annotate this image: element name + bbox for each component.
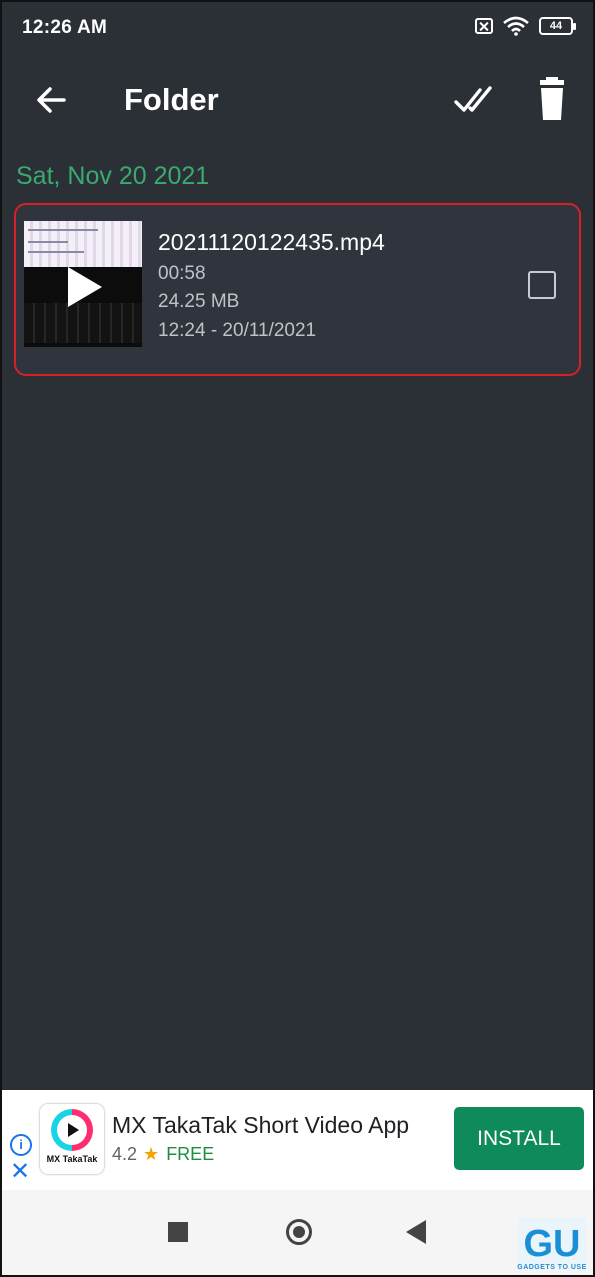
status-bar: 12:26 AM 44 (2, 2, 593, 54)
double-check-icon (454, 86, 492, 112)
ad-title[interactable]: MX TakaTak Short Video App (112, 1112, 409, 1139)
nav-back-button[interactable] (406, 1220, 426, 1244)
trash-icon (540, 77, 564, 120)
ad-price: FREE (166, 1144, 215, 1164)
watermark-text: GADGETS TO USE (517, 1264, 587, 1271)
file-name: 20211120122435.mp4 (158, 229, 385, 255)
status-icons: 44 (475, 16, 576, 36)
back-button[interactable] (30, 80, 74, 120)
file-duration: 00:58 (158, 263, 206, 284)
app-logo[interactable]: MX TakaTak (40, 1104, 104, 1174)
install-button[interactable]: INSTALL (454, 1107, 584, 1170)
thumbnail-preview (24, 221, 142, 267)
svg-text:GU: GU (524, 1223, 581, 1265)
video-file-item[interactable]: 20211120122435.mp4 00:58 24.25 MB 12:24 … (14, 203, 581, 376)
home-button[interactable] (286, 1219, 312, 1245)
ad-rating: 4.2 ★ FREE (112, 1144, 214, 1165)
navigation-bar: GU GADGETS TO USE (2, 1190, 593, 1275)
star-icon: ★ (143, 1144, 160, 1164)
select-all-button[interactable] (450, 78, 498, 122)
recents-button[interactable] (168, 1222, 188, 1242)
page-title: Folder (124, 82, 219, 117)
ad-info-icon[interactable]: i (10, 1134, 32, 1156)
play-icon (68, 267, 102, 307)
wifi-icon (503, 16, 529, 36)
rating-value: 4.2 (112, 1144, 138, 1164)
ad-banner[interactable]: i ✕ MX TakaTak MX TakaTak Short Video Ap… (2, 1090, 593, 1190)
battery-icon: 44 (539, 17, 576, 35)
video-thumbnail (24, 221, 142, 347)
status-time: 12:26 AM (22, 17, 108, 38)
play-icon (68, 1123, 79, 1137)
file-modified-date: 12:24 - 20/11/2021 (158, 320, 317, 341)
app-screen: 12:26 AM 44 Folder Sat, Nov 20 2021 2021… (0, 0, 595, 1277)
date-header: Sat, Nov 20 2021 (16, 162, 210, 190)
toolbar: Folder (2, 54, 593, 146)
app-logo-text: MX TakaTak (46, 1154, 98, 1164)
no-sim-icon (475, 18, 493, 34)
ad-close-icon[interactable]: ✕ (10, 1160, 30, 1184)
delete-button[interactable] (532, 76, 572, 124)
arrow-left-icon (37, 87, 66, 113)
select-checkbox[interactable] (528, 271, 556, 299)
file-size: 24.25 MB (158, 291, 240, 312)
